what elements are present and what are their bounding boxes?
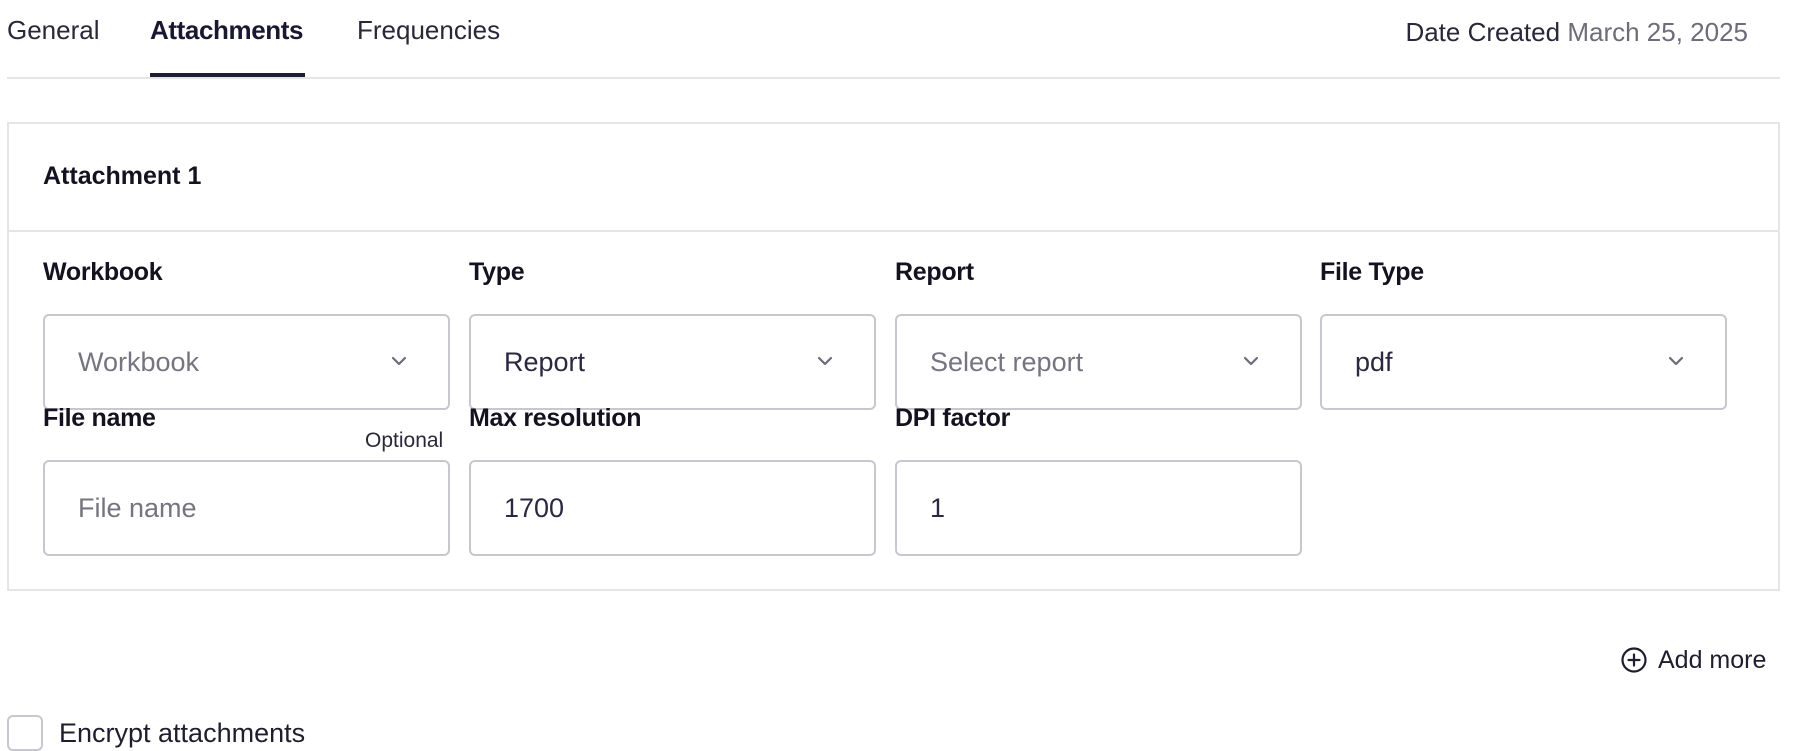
max-resolution-input[interactable] [469, 460, 876, 556]
report-select[interactable]: Select report [895, 314, 1302, 410]
tab-frequencies[interactable]: Frequencies [357, 14, 500, 46]
active-tab-indicator [150, 73, 305, 77]
dpi-factor-label: DPI factor [895, 404, 1011, 432]
add-more-label: Add more [1658, 645, 1767, 674]
file-name-optional-label: Optional [365, 429, 444, 452]
workbook-select-placeholder: Workbook [78, 347, 200, 377]
chevron-down-icon [1243, 356, 1259, 366]
type-select[interactable]: Report [469, 314, 876, 410]
encrypt-attachments-label: Encrypt attachments [59, 717, 306, 748]
type-select-value: Report [504, 347, 586, 377]
max-resolution-label: Max resolution [469, 404, 642, 432]
plus-circle-icon [1621, 647, 1647, 673]
tab-general[interactable]: General [7, 14, 100, 46]
attachment-card-header: Attachment 1 [9, 124, 1778, 232]
workbook-label: Workbook [43, 258, 163, 286]
report-select-placeholder: Select report [930, 347, 1084, 377]
chevron-down-icon [1668, 356, 1684, 366]
file-type-select-value: pdf [1355, 347, 1393, 377]
add-more-button[interactable]: Add more [1620, 642, 1766, 678]
encrypt-attachments-row[interactable]: Encrypt attachments [7, 715, 305, 751]
chevron-down-icon [817, 356, 833, 366]
date-created: Date Created March 25, 2025 [1405, 16, 1748, 48]
workbook-select[interactable]: Workbook [43, 314, 450, 410]
file-name-input[interactable] [43, 460, 450, 556]
encrypt-attachments-checkbox[interactable] [7, 715, 43, 751]
tab-attachments[interactable]: Attachments [150, 14, 303, 46]
report-label: Report [895, 258, 974, 286]
file-name-label: File name [43, 404, 156, 432]
dpi-factor-input[interactable] [895, 460, 1302, 556]
date-created-label: Date Created [1405, 17, 1561, 47]
file-type-label: File Type [1320, 258, 1424, 286]
file-type-select[interactable]: pdf [1320, 314, 1727, 410]
tabs-bar: General Attachments Frequencies Date Cre… [7, 0, 1780, 79]
date-created-value: March 25, 2025 [1567, 17, 1748, 47]
attachment-title: Attachment 1 [43, 162, 202, 190]
chevron-down-icon [391, 356, 407, 366]
type-label: Type [469, 258, 525, 286]
attachment-card: Attachment 1 Workbook Type Report File T… [7, 122, 1780, 591]
